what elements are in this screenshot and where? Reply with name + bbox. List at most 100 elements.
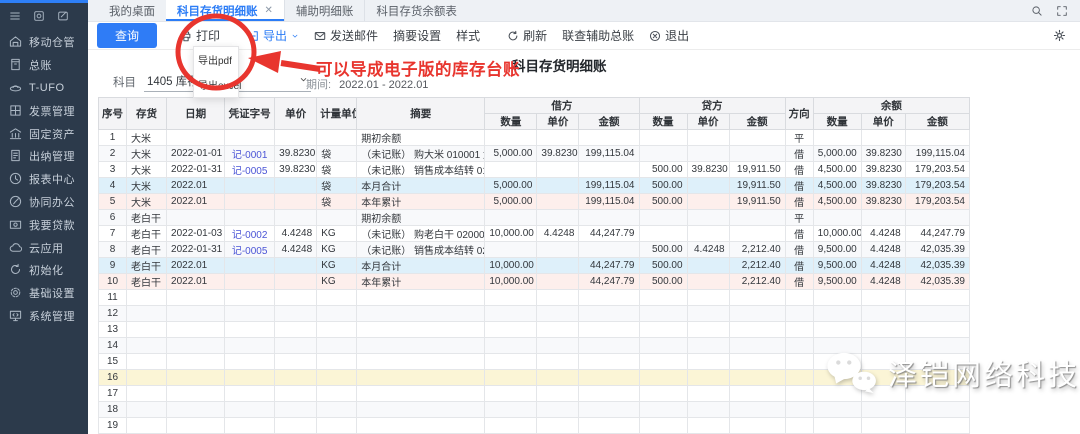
table-row[interactable]: 8老白干2022-01-31记-00054.4248KG（未记账） 销售成本结转…	[99, 242, 970, 258]
export-menu-item-0[interactable]: 导出pdf	[194, 47, 238, 72]
col-header-balance-amount: 金额	[905, 114, 969, 130]
cell	[687, 386, 729, 402]
table-row[interactable]: 4大米2022.01袋本月合计5,000.00199,115.04500.001…	[99, 178, 970, 194]
app-window: 移动仓管 总账 T-UFO 发票管理 固定资产 出纳管理 报表中心 协同办公 我…	[0, 0, 1080, 434]
cell: 2022.01	[167, 178, 225, 194]
cell	[639, 210, 687, 226]
apps-icon[interactable]	[33, 10, 45, 22]
cell	[785, 386, 813, 402]
sidebar-item-warehouse[interactable]: 移动仓管	[0, 31, 88, 54]
compose-icon[interactable]	[57, 10, 69, 22]
cell: 4.4248	[861, 242, 905, 258]
cell: 2,212.40	[729, 258, 785, 274]
toolbar-button-0[interactable]: 打印	[180, 27, 232, 44]
cell	[861, 322, 905, 338]
sidebar-item-label: 总账	[29, 57, 52, 73]
chevron-down-icon	[484, 32, 492, 40]
cell	[485, 418, 537, 434]
cell	[639, 306, 687, 322]
cell	[905, 290, 969, 306]
sidebar-item-invoice[interactable]: 发票管理	[0, 99, 88, 122]
cell	[127, 418, 167, 434]
sidebar-item-bank[interactable]: 固定资产	[0, 122, 88, 145]
query-button[interactable]: 查询	[97, 23, 157, 48]
voucher-link[interactable]: 记-0001	[225, 146, 275, 162]
cell: 借	[785, 274, 813, 290]
toolbar-button-7[interactable]: 退出	[649, 27, 689, 44]
col-header-voucher: 凭证字号	[225, 98, 275, 130]
tab-3[interactable]: 科目存货余额表	[364, 0, 468, 21]
tab-close-icon[interactable]: ✕	[265, 5, 273, 16]
col-header-balance-qty: 数量	[813, 114, 861, 130]
sidebar-item-init[interactable]: 初始化	[0, 259, 88, 282]
sidebar-item-tufo[interactable]: T-UFO	[0, 77, 88, 100]
toolbar-button-1[interactable]: 导出	[247, 27, 299, 44]
cell	[579, 386, 639, 402]
toolbar-button-label: 导出	[263, 27, 287, 44]
sidebar-item-collab[interactable]: 协同办公	[0, 191, 88, 214]
toolbar-settings-gear-icon[interactable]	[1053, 29, 1066, 42]
page-title: 科目存货明细账	[512, 55, 607, 75]
table-row[interactable]: 3大米2022-01-31记-000539.8230袋（未记账） 销售成本结转 …	[99, 162, 970, 178]
cell	[275, 370, 317, 386]
toolbar-button-4[interactable]: 样式	[456, 27, 492, 44]
search-icon[interactable]	[1031, 5, 1043, 17]
cell	[225, 386, 275, 402]
table-row[interactable]: 13	[99, 322, 970, 338]
sidebar-item-system[interactable]: 系统管理	[0, 305, 88, 328]
toolbar-button-label: 打印	[196, 27, 220, 44]
cell	[687, 258, 729, 274]
cell	[579, 338, 639, 354]
toolbar-button-3[interactable]: 摘要设置	[393, 27, 441, 44]
toolbar-button-2[interactable]: 发送邮件	[314, 27, 378, 44]
table-row[interactable]: 1大米期初余额平	[99, 130, 970, 146]
cell	[785, 402, 813, 418]
cell	[729, 226, 785, 242]
sidebar-item-settings[interactable]: 基础设置	[0, 282, 88, 305]
voucher-link[interactable]: 记-0002	[225, 226, 275, 242]
export-menu-item-1[interactable]: 导出excel	[194, 72, 238, 97]
cell	[225, 210, 275, 226]
cell	[537, 306, 579, 322]
cell	[225, 178, 275, 194]
col-header-unit: 计量单位	[317, 98, 357, 130]
voucher-link[interactable]: 记-0005	[225, 162, 275, 178]
table-row[interactable]: 2大米2022-01-01记-000139.8230袋（未记账） 购大米 010…	[99, 146, 970, 162]
cell: 39.8230	[537, 146, 579, 162]
toolbar-button-5[interactable]: 刷新	[507, 27, 547, 44]
sidebar-item-cloud[interactable]: 云应用	[0, 236, 88, 259]
cell	[357, 354, 485, 370]
table-row[interactable]: 5大米2022.01袋本年累计5,000.00199,115.04500.001…	[99, 194, 970, 210]
cell	[729, 402, 785, 418]
table-row[interactable]: 9老白干2022.01KG本月合计10,000.0044,247.79500.0…	[99, 258, 970, 274]
tab-label: 科目存货明细账	[177, 3, 258, 19]
sidebar-item-label: T-UFO	[29, 82, 65, 94]
tab-1[interactable]: 科目存货明细账 ✕	[166, 0, 284, 21]
cell	[537, 242, 579, 258]
tab-0[interactable]: 我的桌面	[98, 0, 166, 21]
table-row[interactable]: 18	[99, 402, 970, 418]
table-row[interactable]: 12	[99, 306, 970, 322]
table-row[interactable]: 6老白干期初余额平	[99, 210, 970, 226]
cell: 10,000.00	[485, 226, 537, 242]
row-seq: 7	[99, 226, 127, 242]
fullscreen-icon[interactable]	[1056, 5, 1068, 17]
menu-icon[interactable]	[9, 10, 21, 22]
sidebar-item-ledger[interactable]: 总账	[0, 54, 88, 77]
row-seq: 9	[99, 258, 127, 274]
tufo-icon	[9, 81, 23, 95]
red-arrow-shaft	[281, 63, 320, 69]
table-row[interactable]: 19	[99, 418, 970, 434]
toolbar-button-6[interactable]: 联查辅助总账	[562, 27, 634, 44]
table-row[interactable]: 10老白干2022.01KG本年累计10,000.0044,247.79500.…	[99, 274, 970, 290]
sidebar-item-cashier[interactable]: 出纳管理	[0, 145, 88, 168]
cell	[275, 274, 317, 290]
cell	[813, 322, 861, 338]
tab-2[interactable]: 辅助明细账	[284, 0, 365, 21]
voucher-link[interactable]: 记-0005	[225, 242, 275, 258]
sidebar-item-report[interactable]: 报表中心	[0, 168, 88, 191]
table-row[interactable]: 7老白干2022-01-03记-00024.4248KG（未记账） 购老白干 0…	[99, 226, 970, 242]
sidebar-item-loan[interactable]: 我要贷款	[0, 213, 88, 236]
table-row[interactable]: 11	[99, 290, 970, 306]
cell	[225, 130, 275, 146]
